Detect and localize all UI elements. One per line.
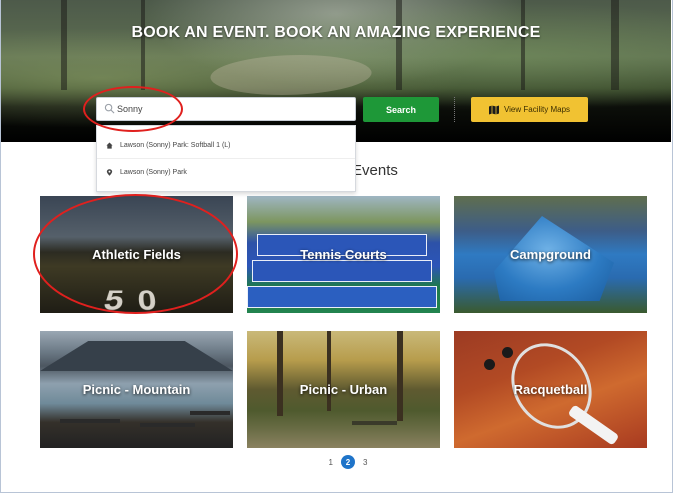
- view-facility-maps-label: View Facility Maps: [503, 105, 571, 114]
- suggestion-label: Lawson (Sonny) Park: Softball 1 (L): [120, 141, 231, 149]
- tile-label: Picnic - Mountain: [82, 382, 191, 397]
- suggestion-item[interactable]: Lawson (Sonny) Park: Softball 1 (L): [97, 132, 355, 159]
- tile-label: Tennis Courts: [300, 247, 387, 262]
- annotation-ring-athletic-fields: [33, 194, 238, 314]
- pagination: 1 2 3: [318, 454, 378, 470]
- page-link[interactable]: 3: [363, 458, 367, 467]
- tile-racquetball[interactable]: Racquetball: [454, 331, 647, 448]
- tile-label: Racquetball: [513, 382, 588, 397]
- page-link[interactable]: 1: [329, 458, 333, 467]
- map-pin-icon: [106, 169, 113, 176]
- tile-picnic-urban[interactable]: Picnic - Urban: [247, 331, 440, 448]
- section-title: Events: [352, 162, 398, 179]
- tile-label: Campground: [510, 247, 591, 262]
- view-facility-maps-button[interactable]: View Facility Maps: [471, 97, 588, 122]
- tile-tennis-courts[interactable]: Tennis Courts: [247, 196, 440, 313]
- annotation-ring-search: [83, 86, 183, 132]
- tile-label: Picnic - Urban: [299, 382, 388, 397]
- map-icon: [488, 105, 499, 114]
- search-suggestions-dropdown: Lawson (Sonny) Park: Softball 1 (L) Laws…: [96, 125, 356, 192]
- suggestion-item[interactable]: Lawson (Sonny) Park: [97, 159, 355, 186]
- page-link-current[interactable]: 2: [341, 455, 355, 469]
- tile-campground[interactable]: Campground: [454, 196, 647, 313]
- hero-title: BOOK AN EVENT. BOOK AN AMAZING EXPERIENC…: [131, 24, 541, 41]
- toolbar-divider: [454, 97, 455, 122]
- suggestion-label: Lawson (Sonny) Park: [120, 169, 187, 176]
- search-button[interactable]: Search: [363, 97, 439, 122]
- tile-picnic-mountain[interactable]: Picnic - Mountain: [40, 331, 233, 448]
- home-icon: [106, 141, 113, 149]
